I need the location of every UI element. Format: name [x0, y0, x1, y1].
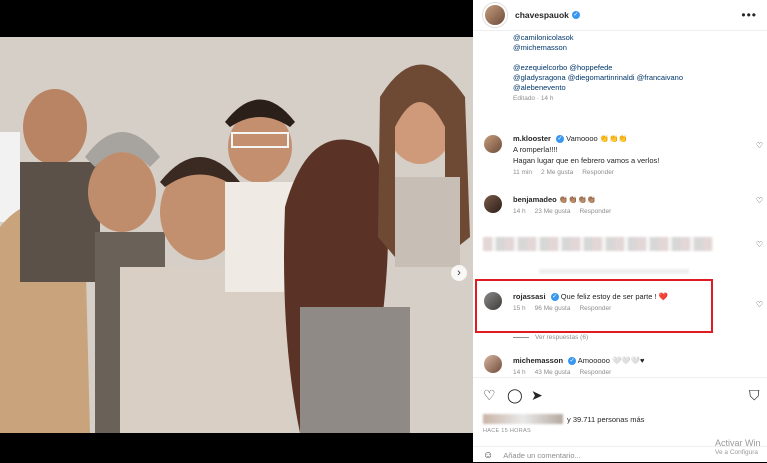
comment-username[interactable]: m.klooster [513, 134, 551, 143]
blurred-comment [483, 237, 713, 251]
more-options-icon[interactable]: ••• [741, 8, 757, 22]
heart-icon[interactable]: ♡ [483, 387, 496, 404]
action-bar: ♡ ◯ ➤ ⛉ [473, 377, 767, 414]
chevron-right-icon[interactable]: › [451, 265, 467, 281]
windows-activation-watermark: Activar Win Ve a Configura [715, 438, 761, 456]
blurred-comment [539, 269, 689, 274]
likes-summary[interactable]: y 39.711 personas más [483, 414, 644, 424]
comment-text: michemasson ✓ Amooooo 🤍🤍🤍♥ [513, 356, 645, 366]
comment-username[interactable]: benjamadeo [513, 195, 557, 204]
caption: @camilonicolasok @michemasson @ezequielc… [473, 33, 767, 102]
comment-meta: 14 h 23 Me gusta Responder [513, 208, 612, 215]
comment-input[interactable] [501, 449, 686, 461]
comment-text: benjamadeo 👏🏽👏🏽👏🏽👏🏽 [513, 195, 597, 204]
avatar[interactable] [484, 135, 502, 153]
verified-icon: ✓ [568, 357, 577, 366]
view-replies-link[interactable]: Ver respuestas (6) [513, 334, 588, 341]
group-selfie-illustration [0, 37, 473, 433]
mention[interactable]: @ezequielcorbo @hoppefede [513, 63, 767, 73]
comment-text: m.klooster ✓ Vamoooo 👏👏👏 A romperla!!!! … [513, 134, 660, 165]
verified-icon: ✓ [556, 135, 565, 144]
post-sidebar: chavespauok ✓ ••• @camilonicolasok @mich… [473, 0, 767, 462]
comment-meta: 11 min 2 Me gusta Responder [513, 169, 615, 176]
author-avatar[interactable] [483, 3, 507, 27]
comment: michemasson ✓ Amooooo 🤍🤍🤍♥ 14 h 43 Me gu… [473, 355, 767, 376]
mention[interactable]: @gladysragona @diegomartinrinaldi @franc… [513, 73, 767, 83]
photo-pane: › 👤 [0, 0, 473, 462]
emoji-icon[interactable]: ☺ [483, 450, 493, 461]
highlight-box [475, 279, 713, 333]
heart-icon[interactable]: ♡ [756, 300, 763, 309]
heart-icon[interactable]: ♡ [756, 141, 763, 150]
mention[interactable]: @alebenevento [513, 83, 767, 93]
verified-icon: ✓ [571, 11, 580, 19]
bookmark-icon[interactable]: ⛉ [749, 387, 760, 404]
comment-username[interactable]: michemasson [513, 356, 563, 365]
share-icon[interactable]: ➤ [531, 387, 543, 404]
comment: benjamadeo 👏🏽👏🏽👏🏽👏🏽 14 h 23 Me gusta Res… [473, 194, 767, 215]
heart-icon[interactable]: ♡ [756, 196, 763, 205]
avatar[interactable] [484, 195, 502, 213]
blurred-liker-names [483, 414, 563, 424]
post-photo[interactable]: › 👤 [0, 37, 473, 433]
edited-label: Editado · 14 h [513, 95, 554, 102]
post-timestamp: HACE 15 HORAS [483, 428, 531, 434]
comment: m.klooster ✓ Vamoooo 👏👏👏 A romperla!!!! … [473, 133, 767, 176]
heart-icon[interactable]: ♡ [756, 240, 763, 249]
post-header: chavespauok ✓ ••• [473, 0, 767, 31]
comment-icon[interactable]: ◯ [507, 387, 523, 404]
mention[interactable]: @camilonicolasok [513, 33, 767, 43]
comment-meta: 14 h 43 Me gusta Responder [513, 369, 612, 376]
mention[interactable]: @michemasson [513, 43, 767, 53]
author-username[interactable]: chavespauok [515, 10, 569, 20]
avatar[interactable] [484, 355, 502, 373]
